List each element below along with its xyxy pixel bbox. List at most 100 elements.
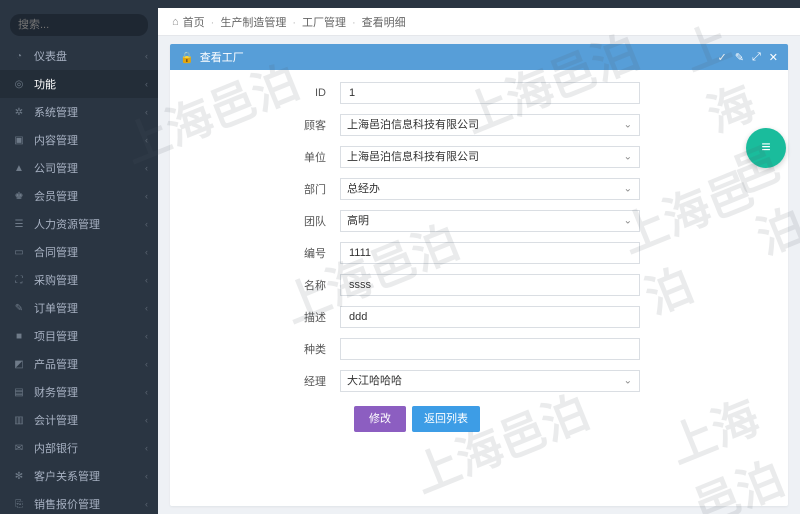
breadcrumb-item[interactable]: 首页 <box>183 17 205 29</box>
chevron-left-icon: ‹ <box>145 443 148 453</box>
breadcrumb-item: 查看明细 <box>362 17 406 29</box>
breadcrumb-item[interactable]: 工厂管理 <box>302 17 346 29</box>
sidebar-item-8[interactable]: ⛶ 采购管理 ‹ <box>0 266 158 294</box>
id-input[interactable] <box>340 82 640 104</box>
sidebar-item-label: 产品管理 <box>34 356 78 372</box>
sidebar-icon: ☰ <box>12 217 26 231</box>
sidebar-item-label: 采购管理 <box>34 272 78 288</box>
sidebar-icon: ⛶ <box>12 273 26 287</box>
form: ID顾客上海邑泊信息科技有限公司⌄单位上海邑泊信息科技有限公司⌄部门总经办⌄团队… <box>170 70 788 452</box>
dept-label: 部门 <box>190 181 340 197</box>
chevron-left-icon: ‹ <box>145 107 148 117</box>
sidebar-item-13[interactable]: ▥会计管理‹ <box>0 406 158 434</box>
kind-label: 种类 <box>190 341 340 357</box>
name-input[interactable] <box>340 274 640 296</box>
lock-icon: 🔒 <box>180 51 194 64</box>
sidebar-item-label: 会计管理 <box>34 412 78 428</box>
manager-label: 经理 <box>190 373 340 389</box>
sidebar-item-label: 项目管理 <box>34 328 78 344</box>
panel-header: 🔒 查看工厂 ✓ ✎ ⤢ ✕ <box>170 44 788 70</box>
panel-tool-close-icon[interactable]: ✕ <box>769 51 778 64</box>
sidebar: ◔仪表盘‹◎功能‹✲系统管理‹▣内容管理‹▲公司管理‹♚会员管理‹☰人力资源管理… <box>0 8 158 514</box>
sidebar-item-16[interactable]: ⎘销售报价管理‹ <box>0 490 158 514</box>
kind-input[interactable] <box>340 338 640 360</box>
sidebar-item-label: 内容管理 <box>34 132 78 148</box>
chevron-left-icon: ‹ <box>145 135 148 145</box>
sidebar-item-label: 系统管理 <box>34 104 78 120</box>
sidebar-item-11[interactable]: ◩ 产品管理 ‹ <box>0 350 158 378</box>
main: ⌂ 首页·生产制造管理·工厂管理·查看明细 🔒 查看工厂 ✓ ✎ ⤢ ✕ ID顾… <box>158 8 800 514</box>
sidebar-item-4[interactable]: ▲公司管理‹ <box>0 154 158 182</box>
sidebar-icon: ✲ <box>12 105 26 119</box>
sidebar-item-1[interactable]: ◎ 功能 ‹ <box>0 70 158 98</box>
sidebar-icon: ▣ <box>12 133 26 147</box>
name-label: 名称 <box>190 277 340 293</box>
breadcrumb-item[interactable]: 生产制造管理 <box>220 17 286 29</box>
sidebar-icon: ♚ <box>12 189 26 203</box>
breadcrumb-separator: · <box>352 17 356 29</box>
sidebar-item-label: 合同管理 <box>34 244 78 260</box>
sidebar-item-6[interactable]: ☰人力资源管理‹ <box>0 210 158 238</box>
code-input[interactable] <box>340 242 640 264</box>
form-row-manager: 经理大江哈哈哈⌄ <box>190 370 768 392</box>
sidebar-item-label: 人力资源管理 <box>34 216 100 232</box>
form-row-id: ID <box>190 82 768 104</box>
sidebar-item-label: 公司管理 <box>34 160 78 176</box>
team-select[interactable]: 高明 <box>340 210 640 232</box>
topbar <box>0 0 800 8</box>
sidebar-item-label: 销售报价管理 <box>34 496 100 512</box>
panel: 🔒 查看工厂 ✓ ✎ ⤢ ✕ ID顾客上海邑泊信息科技有限公司⌄单位上海邑泊信息… <box>170 44 788 506</box>
sidebar-item-9[interactable]: ✎订单管理‹ <box>0 294 158 322</box>
desc-input[interactable] <box>340 306 640 328</box>
chevron-left-icon: ‹ <box>145 51 148 61</box>
sidebar-item-0[interactable]: ◔仪表盘‹ <box>0 42 158 70</box>
panel-tool-check-icon[interactable]: ✓ <box>718 51 727 64</box>
chevron-left-icon: ‹ <box>145 471 148 481</box>
manager-select[interactable]: 大江哈哈哈 <box>340 370 640 392</box>
sidebar-item-label: 功能 <box>34 76 56 92</box>
code-label: 编号 <box>190 245 340 261</box>
sidebar-item-7[interactable]: ▭合同管理‹ <box>0 238 158 266</box>
form-row-desc: 描述 <box>190 306 768 328</box>
chevron-left-icon: ‹ <box>145 275 148 285</box>
sidebar-item-2[interactable]: ✲ 系统管理 ‹ <box>0 98 158 126</box>
chevron-left-icon: ‹ <box>145 79 148 89</box>
back-to-list-button[interactable]: 返回列表 <box>412 406 480 432</box>
sidebar-nav: ◔仪表盘‹◎功能‹✲系统管理‹▣内容管理‹▲公司管理‹♚会员管理‹☰人力资源管理… <box>0 42 158 514</box>
form-actions: 修改返回列表 <box>354 406 768 432</box>
chevron-left-icon: ‹ <box>145 387 148 397</box>
sidebar-icon: ✎ <box>12 301 26 315</box>
unit-select[interactable]: 上海邑泊信息科技有限公司 <box>340 146 640 168</box>
search-input[interactable] <box>10 14 148 36</box>
form-row-code: 编号 <box>190 242 768 264</box>
fab-menu-button[interactable]: ≡ <box>746 128 786 168</box>
sidebar-item-label: 会员管理 <box>34 188 78 204</box>
panel-tool-edit-icon[interactable]: ✎ <box>735 51 744 64</box>
sidebar-item-3[interactable]: ▣ 内容管理 ‹ <box>0 126 158 154</box>
form-row-unit: 单位上海邑泊信息科技有限公司⌄ <box>190 146 768 168</box>
sidebar-icon: ■ <box>12 329 26 343</box>
sidebar-item-15[interactable]: ✻客户关系管理‹ <box>0 462 158 490</box>
menu-icon: ≡ <box>761 139 770 157</box>
search-box <box>0 8 158 42</box>
customer-label: 顾客 <box>190 117 340 133</box>
sidebar-item-12[interactable]: ▤财务管理‹ <box>0 378 158 406</box>
desc-label: 描述 <box>190 309 340 325</box>
chevron-left-icon: ‹ <box>145 163 148 173</box>
edit-button[interactable]: 修改 <box>354 406 406 432</box>
sidebar-item-5[interactable]: ♚会员管理‹ <box>0 182 158 210</box>
panel-tool-expand-icon[interactable]: ⤢ <box>752 51 761 64</box>
chevron-left-icon: ‹ <box>145 303 148 313</box>
sidebar-icon: ◩ <box>12 357 26 371</box>
customer-select[interactable]: 上海邑泊信息科技有限公司 <box>340 114 640 136</box>
sidebar-icon: ⎘ <box>12 497 26 511</box>
sidebar-item-label: 仪表盘 <box>34 48 67 64</box>
breadcrumb-separator: · <box>211 17 215 29</box>
dept-select[interactable]: 总经办 <box>340 178 640 200</box>
chevron-left-icon: ‹ <box>145 415 148 425</box>
form-row-kind: 种类 <box>190 338 768 360</box>
sidebar-item-14[interactable]: ✉内部银行‹ <box>0 434 158 462</box>
sidebar-icon: ◎ <box>12 77 26 91</box>
chevron-left-icon: ‹ <box>145 359 148 369</box>
sidebar-item-10[interactable]: ■项目管理‹ <box>0 322 158 350</box>
